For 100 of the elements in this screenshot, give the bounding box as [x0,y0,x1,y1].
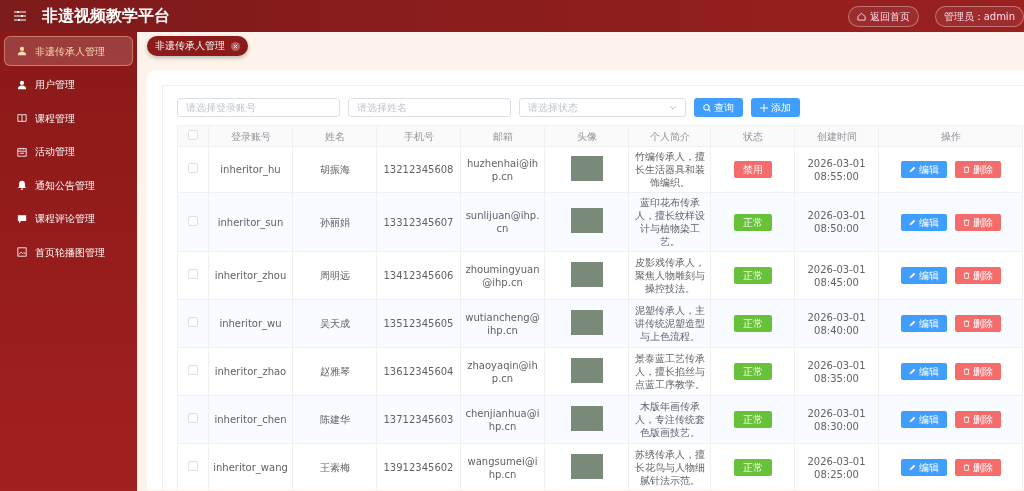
table-cell: 2026-03-01 08:45:00 [794,251,879,300]
edit-button[interactable]: 编辑 [900,315,947,332]
edit-button[interactable]: 编辑 [900,213,947,231]
calendar-icon [17,146,27,157]
table-cell: 2026-03-01 08:35:00 [794,347,879,396]
table-cell: 13412345606 [376,251,461,300]
delete-button[interactable]: 删除 [954,161,1001,178]
edit-button[interactable]: 编辑 [900,267,947,284]
trash-icon [962,368,970,375]
home-button[interactable]: 返回首页 [847,5,919,27]
table-cell: 孙丽娟 [292,192,377,252]
table-cell: chenjianhua@ihp.cn [460,395,545,444]
table-cell: 景泰蓝工艺传承人，擅长掐丝与点蓝工序教学。 [628,347,711,396]
delete-button[interactable]: 删除 [954,411,1001,428]
table-cell: 13212345608 [376,146,461,193]
column-header: 手机号 [376,125,461,147]
status-button[interactable]: 禁用 [733,161,772,178]
book-icon [17,113,27,123]
picture-icon [17,247,27,257]
photo-placeholder [570,309,603,335]
page-tab[interactable]: 非遗传承人管理 [147,35,248,57]
column-header: 头像 [544,125,629,147]
status-button[interactable]: 正常 [733,363,772,380]
table-cell: inheritor_hu [208,146,293,193]
checkbox[interactable] [188,413,198,423]
pencil-icon [908,464,916,471]
table-cell: 2026-03-01 08:40:00 [794,299,879,348]
pencil-icon [908,416,916,423]
status-button[interactable]: 正常 [733,267,772,284]
column-header: 状态 [710,125,795,147]
column-header: 操作 [878,125,1023,147]
table-cell: 2026-03-01 08:30:00 [794,395,879,444]
user-menu[interactable]: 管理员：admin [934,5,1024,27]
sidebar-item[interactable]: 首页轮播图管理 [4,237,133,267]
trash-icon [962,464,970,471]
sidebar-item[interactable]: 课程管理 [4,103,133,133]
table-cell: inheritor_zhao [208,347,293,396]
delete-button[interactable]: 删除 [954,363,1001,380]
photo-placeholder [570,261,603,287]
sidebar-item[interactable]: 通知公告管理 [4,170,133,200]
table-cell: 2026-03-01 08:55:00 [794,146,879,193]
checkbox[interactable] [188,317,198,327]
checkbox[interactable] [188,129,198,140]
edit-button[interactable]: 编辑 [900,161,947,178]
checkbox[interactable] [188,163,198,173]
add-button[interactable]: 添加 [751,98,800,117]
edit-button[interactable]: 编辑 [900,411,947,428]
table-cell: 陈建华 [292,395,377,444]
table-cell: zhoumingyuan@ihp.cn [460,251,545,300]
menu-icon[interactable] [14,11,26,21]
checkbox[interactable] [188,365,198,375]
table-cell: huzhenhai@ihp.cn [460,146,545,193]
trash-icon [962,218,970,226]
home-icon [856,11,866,21]
pencil-icon [908,368,916,375]
trash-icon [962,320,970,327]
user-icon [17,46,27,56]
table-cell: 吴天成 [292,299,377,348]
user-icon [17,79,27,90]
chat-icon [17,213,27,224]
status-button[interactable]: 正常 [733,213,772,231]
delete-button[interactable]: 删除 [954,459,1001,476]
photo-placeholder [570,453,603,479]
status-button[interactable]: 正常 [733,411,772,428]
checkbox[interactable] [188,215,198,226]
close-icon[interactable] [231,41,240,51]
edit-button[interactable]: 编辑 [900,459,947,476]
table-cell: 13612345604 [376,347,461,396]
sidebar-item[interactable]: 用户管理 [4,69,133,100]
photo-placeholder [570,405,603,431]
sidebar-item[interactable]: 非遗传承人管理 [4,36,133,66]
table-cell: inheritor_zhou [208,251,293,300]
edit-button[interactable]: 编辑 [900,363,947,380]
search-icon [703,103,711,112]
table-cell: 泥塑传承人，主讲传统泥塑造型与上色流程。 [628,299,711,348]
status-button[interactable]: 正常 [733,459,772,476]
trash-icon [962,166,970,173]
photo-placeholder [570,357,603,383]
checkbox[interactable] [188,461,198,471]
table-cell: 竹编传承人，擅长生活器具和装饰编织。 [628,146,711,193]
delete-button[interactable]: 删除 [954,213,1001,231]
table-cell: 蓝印花布传承人，擅长纹样设计与植物染工艺。 [628,192,711,252]
column-header: 登录账号 [208,125,293,147]
delete-button[interactable]: 删除 [954,267,1001,284]
table-cell: wutiancheng@ihp.cn [460,299,545,348]
table-cell: 胡振海 [292,146,377,193]
pencil-icon [908,272,916,279]
delete-button[interactable]: 删除 [954,315,1001,332]
table-cell: inheritor_chen [208,395,293,444]
table-cell: 周明远 [292,251,377,300]
photo-placeholder [570,155,603,181]
photo-placeholder [570,208,603,233]
pencil-icon [908,166,916,173]
status-button[interactable]: 正常 [733,315,772,332]
caret-icon [669,105,677,110]
checkbox[interactable] [188,269,198,279]
table-cell: 木版年画传承人，专注传统套色版画技艺。 [628,395,711,444]
sidebar-item[interactable]: 活动管理 [4,136,133,167]
sidebar-item[interactable]: 课程评论管理 [4,203,133,234]
search-button[interactable]: 查询 [694,98,743,117]
